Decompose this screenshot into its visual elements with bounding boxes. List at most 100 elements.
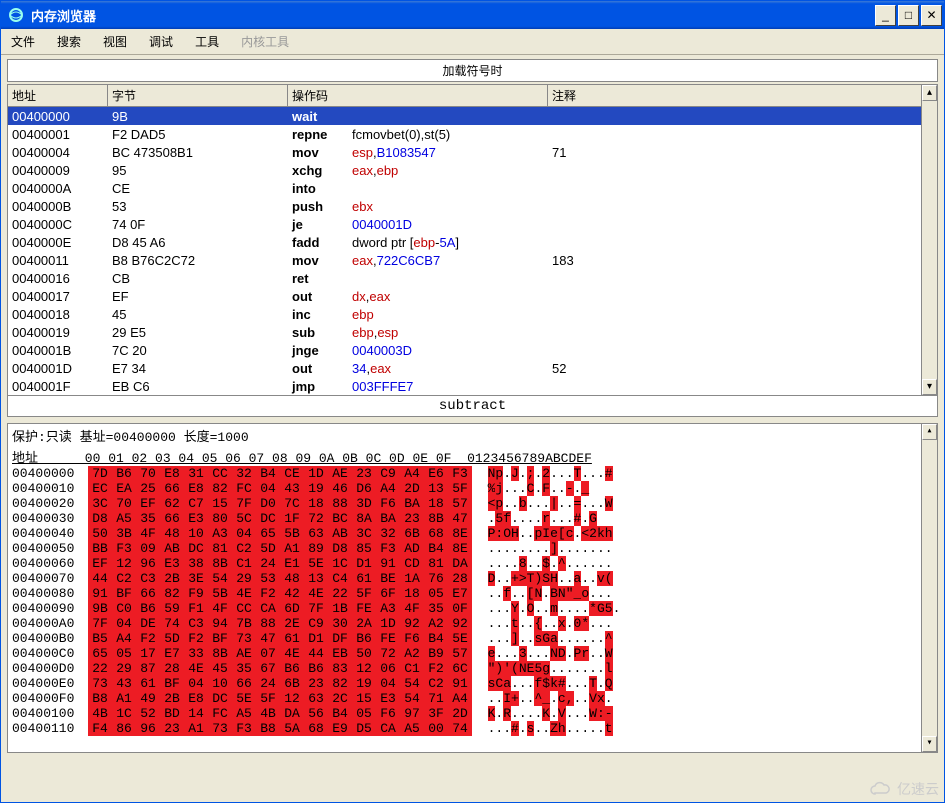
- hex-byte: 4E: [184, 661, 208, 676]
- menu-file[interactable]: 文件: [7, 31, 39, 52]
- hex-byte: 35: [424, 601, 448, 616]
- hex-row[interactable]: 004001004B1C52BD14FCA54BDA56B405F6973F2D…: [8, 706, 937, 721]
- disasm-scrollbar[interactable]: ▴ ▾: [921, 85, 937, 395]
- scroll-up-icon[interactable]: ▴: [922, 424, 937, 440]
- opcode-cell: moveax,722C6CB7: [288, 253, 548, 268]
- disasm-row[interactable]: 0040000995xchgeax,ebp: [8, 161, 937, 179]
- addr-cell: 0040000B: [8, 199, 108, 214]
- hex-byte: 88: [328, 496, 352, 511]
- hex-byte: A4: [448, 691, 472, 706]
- disasm-row[interactable]: 00400016CBret: [8, 269, 937, 287]
- hex-row[interactable]: 0040008091BF6682F95B4EF2424E225F6F1805E7…: [8, 586, 937, 601]
- hex-byte: A4: [400, 466, 424, 481]
- hex-row[interactable]: 004000C0650517E7338BAE074E44EB5072A2B957…: [8, 646, 937, 661]
- hex-byte: 28: [448, 571, 472, 586]
- menu-view[interactable]: 视图: [99, 31, 131, 52]
- disasm-row[interactable]: 004000009Bwait: [8, 107, 937, 125]
- symbol-banner[interactable]: 加载符号时: [7, 59, 938, 82]
- disasm-row[interactable]: 00400001F2 DAD5repnefcmovbet(0),st(5): [8, 125, 937, 143]
- scroll-down-icon[interactable]: ▾: [922, 379, 937, 395]
- disasm-row[interactable]: 00400011B8 B76C2C72moveax,722C6CB7183: [8, 251, 937, 269]
- hex-row[interactable]: 004000D0222987284E453567B6B6831206C1F26C…: [8, 661, 937, 676]
- hex-row[interactable]: 004000203C70EF62C7157FD07C18883DF6BA1857…: [8, 496, 937, 511]
- scroll-up-icon[interactable]: ▴: [922, 85, 937, 101]
- hex-row[interactable]: 004000007DB670E831CC32B4CE1DAE23C9A4E6F3…: [8, 466, 937, 481]
- hex-row[interactable]: 004000E0734361BF041066246B2382190454C291…: [8, 676, 937, 691]
- hex-byte: 46: [328, 481, 352, 496]
- hex-byte: 38: [184, 556, 208, 571]
- hex-byte: 23: [160, 721, 184, 736]
- hex-byte: 61: [280, 631, 304, 646]
- disasm-row[interactable]: 0040001929 E5subebp,esp: [8, 323, 937, 341]
- hex-row[interactable]: 004000B0B5A4F25DF2BF734761D1DFB6FEF6B45E…: [8, 631, 937, 646]
- disasm-row[interactable]: 0040000ED8 45 A6fadddword ptr [ebp-5A]: [8, 233, 937, 251]
- close-button[interactable]: ✕: [921, 5, 942, 26]
- hex-scrollbar[interactable]: ▴ ▾: [921, 424, 937, 752]
- hex-byte: BD: [160, 706, 184, 721]
- disasm-row[interactable]: 0040001845incebp: [8, 305, 937, 323]
- hex-row[interactable]: 00400040503B4F4810A304655B63AB3C326B688E…: [8, 526, 937, 541]
- hex-byte: 04: [256, 481, 280, 496]
- hex-byte: 4E: [232, 586, 256, 601]
- hex-row[interactable]: 00400010ECEA2566E882FC04431946D6A42D135F…: [8, 481, 937, 496]
- hex-byte: 87: [136, 661, 160, 676]
- hex-row[interactable]: 00400060EF1296E3388BC124E15E1CD191CD81DA…: [8, 556, 937, 571]
- hex-row[interactable]: 004000909BC0B659F14FCCCA6D7F1BFEA34F350F…: [8, 601, 937, 616]
- hex-row[interactable]: 00400030D8A53566E3805CDC1F72BC8ABA238B47…: [8, 511, 937, 526]
- hex-byte: 32: [232, 466, 256, 481]
- hex-byte: 63: [304, 526, 328, 541]
- bytes-cell: 45: [108, 307, 288, 322]
- hex-byte: 2D: [400, 481, 424, 496]
- hex-byte: 23: [400, 511, 424, 526]
- hex-row[interactable]: 00400110F4869623A173F3B85A68E9D5CAA50074…: [8, 721, 937, 736]
- scroll-down-icon[interactable]: ▾: [922, 736, 937, 752]
- disasm-row[interactable]: 0040001FEB C6jmp003FFFE7: [8, 377, 937, 395]
- hex-byte: CD: [400, 556, 424, 571]
- hex-byte: CA: [256, 601, 280, 616]
- hex-byte: 73: [208, 721, 232, 736]
- col-addr[interactable]: 地址: [8, 85, 108, 106]
- col-comm[interactable]: 注释: [548, 85, 937, 106]
- hex-row[interactable]: 004000F0B8A1492BE8DC5E5F12632C15E35471A4…: [8, 691, 937, 706]
- hex-byte: 8E: [448, 526, 472, 541]
- hex-byte: 66: [136, 586, 160, 601]
- menu-kernel[interactable]: 内核工具: [237, 31, 293, 52]
- hex-byte: 15: [208, 496, 232, 511]
- hex-row[interactable]: 00400050BBF309ABDC81C25DA189D885F3ADB48E…: [8, 541, 937, 556]
- disasm-row[interactable]: 0040000ACEinto: [8, 179, 937, 197]
- command-input[interactable]: subtract: [7, 396, 938, 417]
- hex-byte: 5F: [448, 481, 472, 496]
- disasm-row[interactable]: 0040000C74 0Fje0040001D: [8, 215, 937, 233]
- hex-row[interactable]: 004000A07F04DE74C3947B882EC9302A1D92A292…: [8, 616, 937, 631]
- hex-byte: CE: [280, 466, 304, 481]
- disasm-row[interactable]: 00400017EFoutdx,eax: [8, 287, 937, 305]
- opcode-cell: ret: [288, 271, 548, 286]
- hex-byte: 45: [208, 661, 232, 676]
- maximize-button[interactable]: □: [898, 5, 919, 26]
- col-opc[interactable]: 操作码: [288, 85, 548, 106]
- hex-byte: 57: [448, 646, 472, 661]
- hex-byte: F9: [184, 586, 208, 601]
- hex-row[interactable]: 0040007044C2C32B3E5429534813C461BE1A7628…: [8, 571, 937, 586]
- disasm-row[interactable]: 00400004BC 473508B1movesp,B108354771: [8, 143, 937, 161]
- hex-byte: 53: [256, 571, 280, 586]
- col-bytes[interactable]: 字节: [108, 85, 288, 106]
- comment-cell: 183: [548, 253, 937, 268]
- watermark: 亿速云: [869, 779, 939, 799]
- hex-byte: D1: [304, 631, 328, 646]
- hex-byte: F4: [88, 721, 112, 736]
- hex-rows[interactable]: 004000007DB670E831CC32B4CE1DAE23C9A4E6F3…: [8, 466, 937, 736]
- hex-byte: 54: [208, 571, 232, 586]
- menu-debug[interactable]: 调试: [145, 31, 177, 52]
- disasm-row[interactable]: 0040001B7C 20jnge0040003D: [8, 341, 937, 359]
- minimize-button[interactable]: _: [875, 5, 896, 26]
- disasm-row[interactable]: 0040000B53pushebx: [8, 197, 937, 215]
- hex-byte: 4E: [280, 646, 304, 661]
- menu-tools[interactable]: 工具: [191, 31, 223, 52]
- menu-search[interactable]: 搜索: [53, 31, 85, 52]
- disasm-rows[interactable]: 004000009Bwait00400001F2 DAD5repnefcmovb…: [8, 107, 937, 395]
- hex-byte: F2: [256, 586, 280, 601]
- hex-byte: 9B: [88, 601, 112, 616]
- hex-ascii: <p..b...|..=...W: [472, 496, 613, 511]
- disasm-row[interactable]: 0040001DE7 34out34,eax52: [8, 359, 937, 377]
